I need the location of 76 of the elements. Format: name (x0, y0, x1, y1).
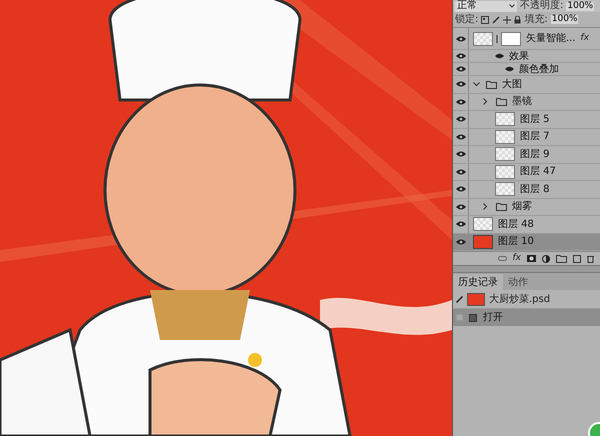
layer-row[interactable]: 图层 5 (453, 111, 600, 128)
adjustment-icon[interactable] (542, 254, 550, 262)
fx-button[interactable]: fx (512, 254, 521, 263)
blend-mode-dropdown[interactable]: 正常 (455, 0, 517, 12)
layer-name: 颜色叠加 (519, 62, 559, 76)
layer-name: 大图 (502, 78, 522, 92)
layer-name: 图层 48 (498, 218, 534, 232)
layer-name: 效果 (509, 50, 529, 64)
eye-icon[interactable] (456, 53, 466, 59)
folder-icon (496, 97, 507, 106)
layer-name: 图层 10 (498, 235, 534, 250)
panel-tab[interactable]: 历史记录 (453, 274, 503, 290)
eye-icon[interactable] (456, 204, 466, 210)
layer-thumbnail (495, 112, 515, 126)
layer-name: 图层 47 (520, 165, 556, 180)
layer-name: 烟雾 (512, 200, 532, 214)
snapshot-name: 大厨炒菜.psd (489, 292, 550, 306)
layer-name: 图层 5 (520, 112, 550, 127)
mask-thumbnail (501, 32, 521, 46)
caret-icon (509, 4, 515, 8)
layer-row[interactable]: 图层 7 (453, 128, 600, 146)
layer-row[interactable]: 图层 48 (453, 216, 600, 234)
layer-name: 图层 8 (520, 182, 550, 197)
layer-row[interactable]: 大图 (453, 76, 600, 94)
layer-row[interactable]: 图层 10 (453, 234, 600, 251)
folder-icon (486, 80, 497, 89)
opacity-field[interactable]: 100% (566, 2, 594, 10)
brush-icon (456, 296, 463, 302)
mask-icon[interactable] (527, 255, 536, 262)
eye-icon[interactable] (456, 116, 466, 122)
eye-icon[interactable] (456, 36, 466, 42)
caret-icon[interactable] (473, 82, 481, 87)
layer-name: 墨镜 (512, 94, 532, 110)
layer-row[interactable]: 图层 47 (453, 164, 600, 181)
layer-name: 图层 7 (520, 130, 550, 144)
layer-row[interactable]: 墨镜 (453, 94, 600, 111)
eye-icon[interactable] (456, 221, 466, 228)
layer-row[interactable]: 图层 8 (453, 181, 600, 198)
layer-thumbnail (495, 182, 515, 196)
layer-name: 图层 9 (520, 148, 550, 162)
fill-label: 填充: (524, 14, 548, 24)
layer-name: 矢量智能... (526, 32, 576, 46)
fill-field[interactable]: 100% (550, 15, 578, 24)
eye-icon[interactable] (456, 66, 466, 72)
history-state[interactable]: 打开 (453, 309, 600, 326)
layer-thumbnail (495, 147, 515, 162)
layer-thumbnail (473, 217, 493, 232)
new-layer-icon[interactable] (573, 254, 581, 262)
eye-icon[interactable] (456, 134, 466, 140)
folder-icon (496, 202, 507, 212)
lock-pixels-icon[interactable] (481, 16, 490, 24)
layer-row[interactable]: 效果 (453, 50, 600, 63)
lock-icon[interactable] (514, 16, 522, 24)
eye-icon[interactable] (456, 98, 466, 105)
layer-row[interactable]: 烟雾 (453, 198, 600, 216)
state-name: 打开 (483, 310, 503, 325)
layer-row[interactable]: 颜色叠加 (453, 63, 600, 76)
snapshot-thumbnail (467, 292, 485, 306)
fx-label: fx (580, 32, 590, 45)
layer-thumbnail (495, 130, 515, 144)
layer-thumbnail (473, 32, 493, 46)
checkbox[interactable] (456, 314, 463, 321)
layer-row[interactable]: 矢量智能... fx (453, 28, 600, 50)
brush-icon[interactable] (492, 16, 500, 24)
eye-icon[interactable] (456, 238, 466, 245)
move-icon[interactable] (503, 16, 512, 24)
document-icon (469, 314, 477, 322)
eye-icon[interactable] (456, 151, 466, 158)
layer-thumbnail (495, 164, 515, 179)
layer-row[interactable]: 图层 9 (453, 146, 600, 164)
eye-icon[interactable] (456, 186, 466, 192)
folder-icon (556, 254, 567, 263)
lock-label: 锁定: (455, 14, 478, 24)
trash-icon[interactable] (587, 254, 594, 262)
eye-icon[interactable] (456, 81, 466, 88)
eye-icon[interactable] (456, 168, 466, 175)
